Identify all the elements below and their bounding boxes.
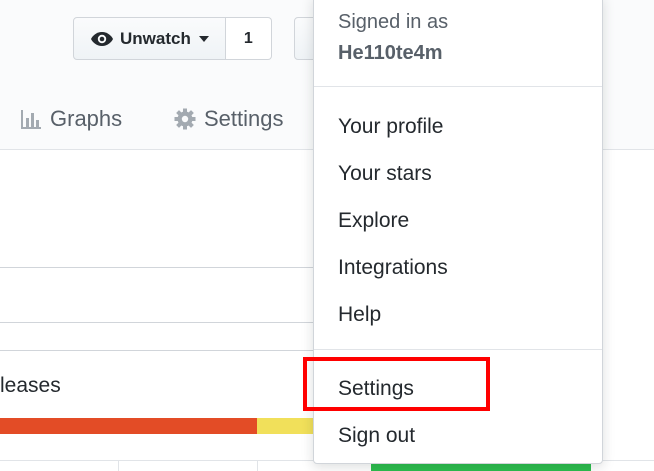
watch-count[interactable]: 1 — [225, 17, 272, 60]
language-segment — [0, 418, 257, 434]
unwatch-button[interactable]: Unwatch — [73, 17, 226, 60]
menu-item-explore[interactable]: Explore — [338, 209, 409, 233]
tab-graphs[interactable]: Graphs — [20, 106, 122, 132]
menu-divider — [314, 86, 602, 87]
chevron-down-icon — [198, 35, 209, 42]
username: He110te4m — [338, 42, 443, 64]
user-menu-header: Signed in as He110te4m — [338, 11, 448, 65]
language-bar[interactable] — [0, 418, 357, 434]
menu-item-your-stars[interactable]: Your stars — [338, 162, 432, 186]
tab-settings-label: Settings — [204, 106, 284, 131]
divider — [0, 267, 313, 268]
divider — [0, 322, 313, 323]
divider — [0, 350, 313, 351]
graph-icon — [21, 110, 41, 129]
menu-item-your-profile[interactable]: Your profile — [338, 115, 443, 139]
signed-in-label: Signed in as — [338, 11, 449, 33]
menu-item-help[interactable]: Help — [338, 303, 381, 327]
tab-settings[interactable]: Settings — [174, 106, 284, 132]
watch-group: Unwatch 1 — [73, 17, 272, 60]
tab-graphs-label: Graphs — [50, 106, 123, 131]
releases-link[interactable]: leases — [0, 374, 61, 398]
gear-icon — [174, 108, 196, 130]
menu-item-integrations[interactable]: Integrations — [338, 256, 448, 280]
menu-divider — [314, 349, 602, 350]
divider — [257, 460, 258, 471]
eye-icon — [91, 31, 113, 46]
menu-item-sign-out[interactable]: Sign out — [338, 424, 415, 448]
divider — [118, 460, 119, 471]
unwatch-label: Unwatch — [120, 28, 191, 48]
highlight-box — [303, 357, 490, 411]
clone-button[interactable] — [371, 463, 591, 471]
